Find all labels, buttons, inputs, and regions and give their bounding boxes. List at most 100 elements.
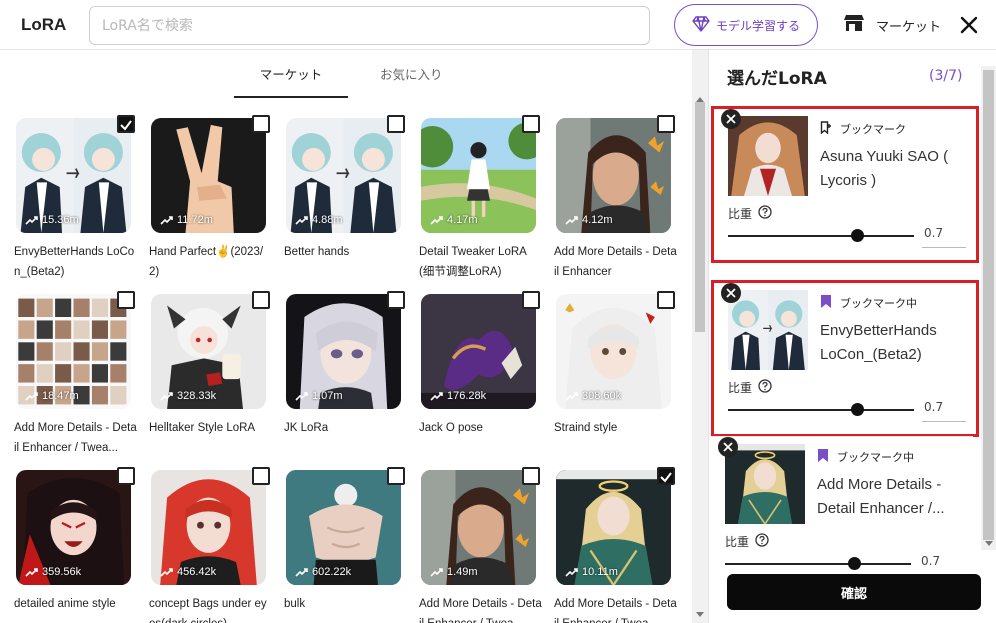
usage-count: 308.60k (560, 387, 626, 405)
usage-count-value: 328.33k (177, 390, 217, 402)
usage-count: 359.56k (20, 563, 86, 581)
lora-thumbnail[interactable]: 1.07m (286, 294, 401, 409)
scrollbar-thumb[interactable] (695, 102, 705, 332)
select-checkbox[interactable] (657, 291, 675, 309)
select-checkbox[interactable] (252, 291, 270, 309)
lora-title[interactable]: Jack O pose (419, 418, 543, 438)
search-input[interactable] (89, 6, 650, 45)
lora-title[interactable]: Hand Parfect✌(2023/2) (149, 242, 273, 282)
select-checkbox[interactable] (522, 467, 540, 485)
select-checkbox[interactable] (117, 291, 135, 309)
weight-slider[interactable] (728, 403, 914, 416)
panel-scrollbar[interactable] (981, 66, 996, 550)
select-checkbox[interactable] (522, 291, 540, 309)
selected-lora-panel: 選んだLoRA (3/7) ブックマーク Asuna Yuuki SAO ( L… (708, 50, 996, 623)
grid-scrollbar[interactable] (692, 50, 708, 623)
lora-title[interactable]: detailed anime style (14, 594, 138, 614)
lora-thumbnail[interactable]: 4.88m (286, 118, 401, 233)
usage-count-value: 1.49m (447, 566, 478, 578)
selected-lora-name: EnvyBetterHands LoCon_(Beta2) (820, 322, 937, 363)
tab-market[interactable]: マーケット (234, 64, 348, 98)
usage-count-value: 359.56k (42, 566, 82, 578)
lora-thumbnail[interactable]: 10.11m (556, 470, 671, 585)
usage-count-value: 11.72m (177, 214, 213, 226)
confirm-button[interactable]: 確認 (727, 574, 981, 610)
lora-title[interactable]: Add More Details - Detail Enhancer / Twe… (419, 594, 543, 623)
help-icon[interactable] (755, 533, 769, 550)
panel-scroll-down-icon[interactable] (985, 541, 993, 546)
trend-icon (160, 391, 173, 401)
lora-thumbnail[interactable]: 176.28k (421, 294, 536, 409)
lora-title[interactable]: JK LoRa (284, 418, 408, 438)
bookmark-button[interactable]: ブックマーク (820, 121, 906, 137)
weight-slider[interactable] (725, 557, 911, 570)
remove-icon[interactable] (721, 109, 741, 129)
trend-icon (565, 215, 578, 225)
lora-title[interactable]: bulk (284, 594, 408, 614)
lora-title[interactable]: Helltaker Style LoRA (149, 418, 273, 438)
weight-slider[interactable] (728, 229, 914, 242)
select-checkbox[interactable] (117, 115, 135, 133)
select-checkbox[interactable] (522, 115, 540, 133)
usage-count-value: 10.11m (582, 566, 618, 578)
lora-thumbnail[interactable]: 456.42k (151, 470, 266, 585)
tab-bar: マーケット お気に入り (0, 50, 690, 98)
tab-favorites[interactable]: お気に入り (380, 64, 443, 83)
lora-title[interactable]: EnvyBetterHands LoCon_(Beta2) (14, 242, 138, 282)
slider-handle[interactable] (851, 229, 864, 242)
lora-thumbnail[interactable]: 4.17m (421, 118, 536, 233)
bookmark-button[interactable]: ブックマーク中 (817, 449, 914, 465)
scroll-down-icon[interactable] (696, 612, 704, 617)
lora-title[interactable]: concept Bags under eyes(dark circles) (149, 594, 273, 623)
weight-value[interactable]: 0.7 (922, 400, 966, 422)
lora-thumbnail[interactable]: 359.56k (16, 470, 131, 585)
panel-scrollbar-thumb[interactable] (983, 70, 994, 540)
lora-thumbnail[interactable]: 308.60k (556, 294, 671, 409)
lora-thumbnail[interactable]: 328.33k (151, 294, 266, 409)
lora-thumbnail[interactable]: 602.22k (286, 470, 401, 585)
lora-thumbnail[interactable]: 1.49m (421, 470, 536, 585)
lora-thumbnail[interactable]: 11.72m (151, 118, 266, 233)
lora-title[interactable]: Detail Tweaker LoRA (细节调整LoRA) (419, 242, 543, 282)
lora-title[interactable]: Add More Details - Detail Enhancer / Twe… (554, 594, 678, 623)
trend-icon (295, 567, 308, 577)
bookmark-button[interactable]: ブックマーク中 (820, 295, 917, 311)
lora-title[interactable]: Add More Details - Detail Enhancer / Twe… (14, 418, 138, 458)
bookmark-label: ブックマーク (840, 123, 906, 136)
select-checkbox[interactable] (387, 115, 405, 133)
check-icon (120, 120, 132, 131)
lora-title[interactable]: Better hands (284, 242, 408, 262)
weight-value[interactable]: 0.7 (922, 226, 966, 248)
close-icon[interactable] (958, 14, 980, 36)
remove-icon[interactable] (721, 283, 741, 303)
usage-count: 176.28k (425, 387, 491, 405)
select-checkbox[interactable] (657, 467, 675, 485)
trend-icon (25, 391, 38, 401)
select-checkbox[interactable] (117, 467, 135, 485)
market-link[interactable]: マーケット (844, 14, 941, 36)
select-checkbox[interactable] (252, 467, 270, 485)
usage-count-value: 456.42k (177, 566, 217, 578)
lora-thumbnail[interactable]: 18.47m (16, 294, 131, 409)
slider-handle[interactable] (848, 557, 861, 570)
select-checkbox[interactable] (252, 115, 270, 133)
usage-count: 1.07m (290, 387, 348, 405)
help-icon[interactable] (758, 379, 772, 396)
lora-title[interactable]: Straind style (554, 418, 678, 438)
help-icon[interactable] (758, 205, 772, 222)
weight-label-text: 比重 (725, 535, 750, 549)
selected-thumbnail (728, 290, 808, 370)
lora-title[interactable]: Add More Details - Detail Enhancer (554, 242, 678, 282)
remove-icon[interactable] (718, 437, 738, 457)
lora-thumbnail[interactable]: 4.12m (556, 118, 671, 233)
select-checkbox[interactable] (657, 115, 675, 133)
select-checkbox[interactable] (387, 291, 405, 309)
slider-handle[interactable] (851, 403, 864, 416)
lora-thumbnail[interactable]: 15.36m (16, 118, 131, 233)
weight-value[interactable]: 0.7 (919, 554, 963, 576)
usage-count: 18.47m (20, 387, 84, 405)
select-checkbox[interactable] (387, 467, 405, 485)
selection-count: (3/7) (929, 68, 963, 84)
usage-count-value: 308.60k (582, 390, 622, 402)
train-model-button[interactable]: モデル学習する (674, 4, 818, 46)
